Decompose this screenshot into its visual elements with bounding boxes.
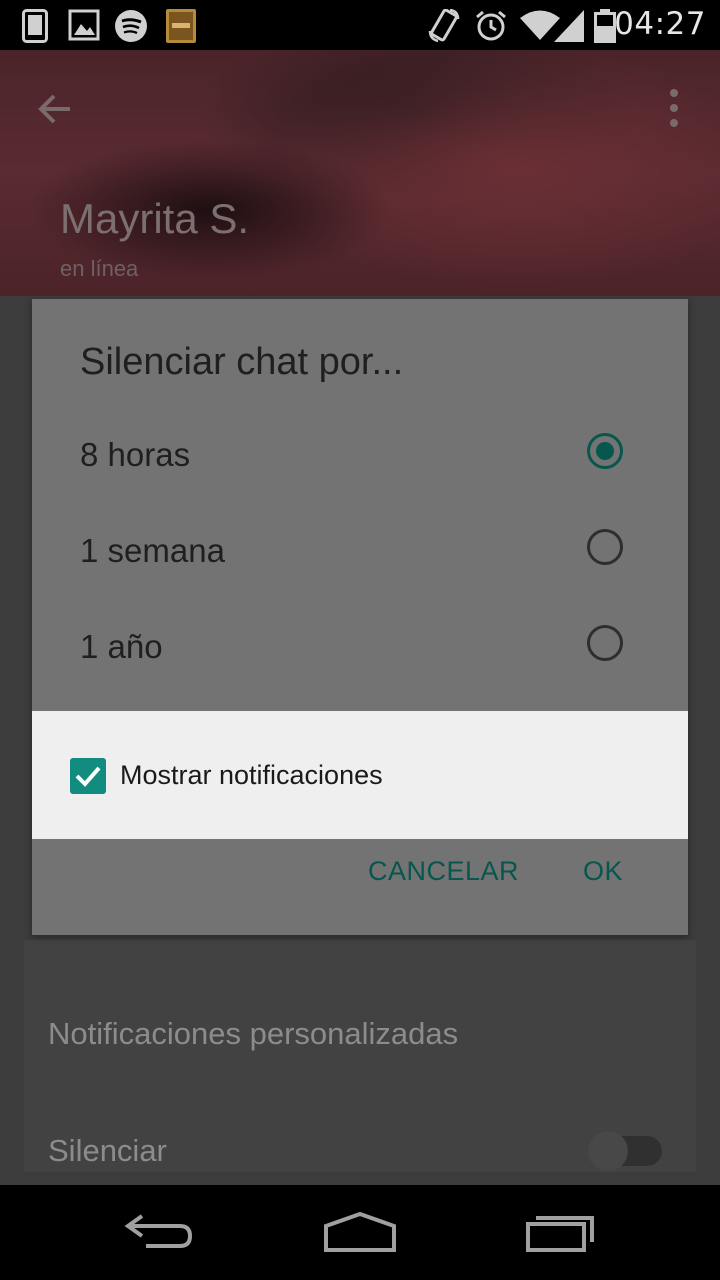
radio-button-selected[interactable] bbox=[587, 433, 623, 469]
show-notifications-row[interactable]: Mostrar notificaciones bbox=[32, 711, 688, 839]
cancel-button[interactable]: CANCELAR bbox=[368, 856, 519, 887]
custom-notifications-item[interactable]: Notificaciones personalizadas bbox=[48, 1016, 458, 1052]
gallery-icon bbox=[68, 9, 100, 41]
dialog-title: Silenciar chat por... bbox=[80, 341, 404, 383]
option-8-hours[interactable]: 8 horas bbox=[32, 405, 688, 501]
radio-button[interactable] bbox=[587, 625, 623, 661]
mute-item-label[interactable]: Silenciar bbox=[48, 1133, 167, 1169]
mute-toggle-knob bbox=[588, 1131, 628, 1171]
rotate-icon bbox=[428, 9, 460, 43]
show-notifications-label: Mostrar notificaciones bbox=[120, 760, 383, 790]
radio-button[interactable] bbox=[587, 529, 623, 565]
bible-app-icon bbox=[166, 9, 196, 43]
ok-button[interactable]: OK bbox=[583, 856, 623, 887]
contact-header: Mayrita S. en línea bbox=[0, 50, 720, 296]
back-button[interactable] bbox=[30, 84, 80, 134]
mute-toggle[interactable] bbox=[588, 1131, 662, 1171]
checkmark-icon bbox=[75, 766, 101, 787]
back-nav-button[interactable] bbox=[124, 1210, 196, 1250]
contact-name: Mayrita S. bbox=[60, 195, 250, 242]
recents-nav-button[interactable] bbox=[524, 1210, 598, 1254]
show-notifications-checkbox[interactable] bbox=[70, 758, 106, 794]
option-1-year[interactable]: 1 año bbox=[32, 597, 688, 693]
overflow-menu-icon[interactable] bbox=[654, 86, 694, 130]
home-nav-button[interactable] bbox=[322, 1210, 398, 1254]
battery-icon bbox=[594, 9, 616, 43]
option-label: 1 semana bbox=[80, 532, 225, 569]
option-label: 1 año bbox=[80, 628, 163, 665]
navigation-bar bbox=[0, 1185, 720, 1280]
status-time: 04:27 bbox=[614, 6, 706, 42]
signal-icon bbox=[554, 10, 584, 42]
radio-dot bbox=[596, 442, 614, 460]
phone-icon bbox=[22, 9, 48, 43]
notification-settings-card: Notificaciones personalizadas Silenciar bbox=[24, 940, 696, 1172]
contact-status: en línea bbox=[60, 256, 139, 281]
spotify-icon bbox=[115, 10, 147, 42]
status-bar: 04:27 bbox=[0, 0, 720, 50]
option-label: 8 horas bbox=[80, 436, 191, 473]
alarm-icon bbox=[476, 10, 506, 41]
option-1-week[interactable]: 1 semana bbox=[32, 501, 688, 597]
mute-chat-dialog: Silenciar chat por... 8 horas 1 semana 1… bbox=[32, 299, 688, 935]
